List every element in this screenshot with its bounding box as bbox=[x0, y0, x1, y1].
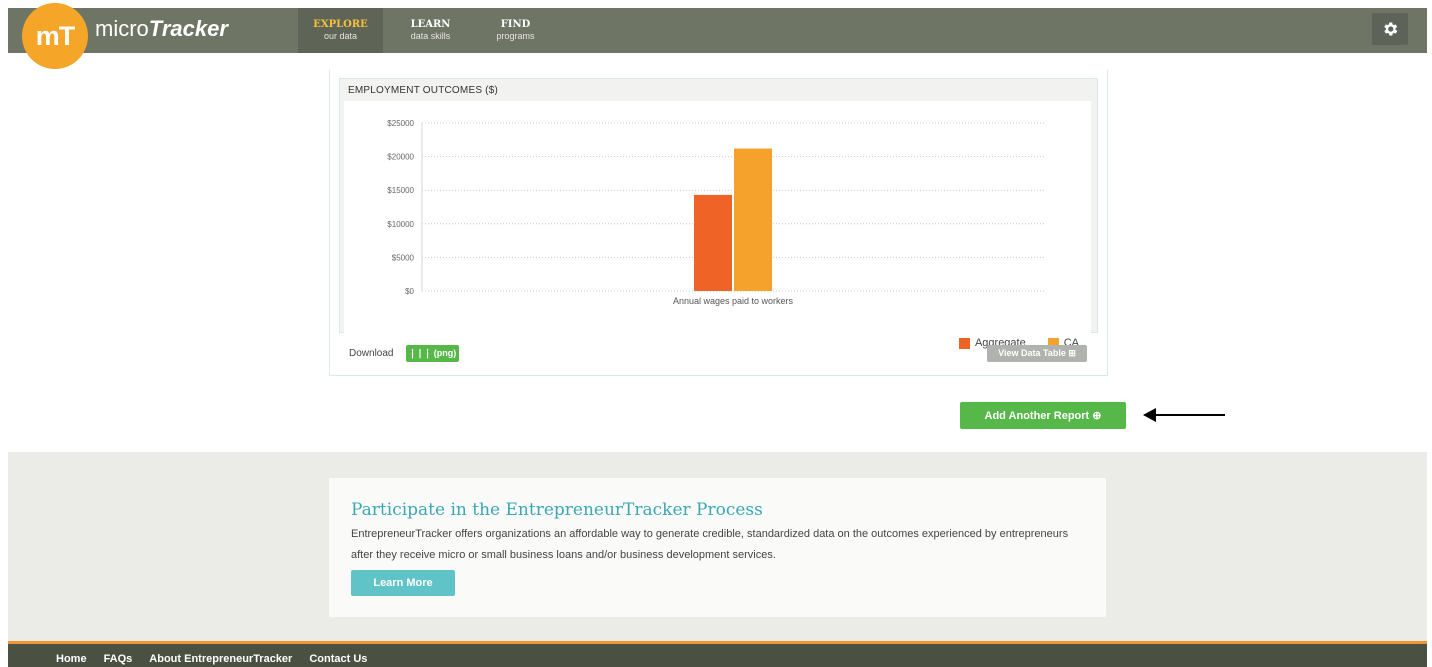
annotation-arrow-line bbox=[1150, 414, 1225, 416]
chart-title: EMPLOYMENT OUTCOMES ($) bbox=[348, 85, 498, 96]
brand-name-bold: Tracker bbox=[148, 16, 228, 41]
y-tick-label: $10000 bbox=[387, 220, 414, 229]
chart-card: EMPLOYMENT OUTCOMES ($) $25000 $20000 $150… bbox=[329, 70, 1108, 376]
add-another-report-button[interactable]: Add Another Report ⊕ bbox=[960, 402, 1126, 429]
x-category-label: Annual wages paid to workers bbox=[673, 296, 794, 306]
nav-tab-find-subtitle: programs bbox=[496, 31, 535, 41]
employment-outcomes-chart: $25000 $20000 $15000 $10000 $5000 $0 Annual wa… bbox=[387, 119, 1044, 306]
bar-aggregate bbox=[694, 194, 732, 291]
footer-link-about[interactable]: About EntrepreneurTracker bbox=[149, 653, 292, 665]
nav-tab-find-title: FIND bbox=[500, 19, 531, 30]
y-tick-label: $5000 bbox=[392, 253, 415, 262]
brand-name-light: micro bbox=[95, 16, 149, 41]
nav-tab-explore[interactable]: EXPLORE our data bbox=[298, 8, 383, 53]
y-tick-label: $0 bbox=[405, 287, 414, 296]
footer-link-faqs[interactable]: FAQs bbox=[104, 653, 133, 665]
download-label: Download bbox=[349, 348, 394, 359]
nav-tab-explore-title: EXPLORE bbox=[313, 19, 368, 30]
footer: Home FAQs About EntrepreneurTracker Cont… bbox=[8, 644, 1427, 667]
chart-panel: EMPLOYMENT OUTCOMES ($) $25000 $20000 $150… bbox=[339, 78, 1098, 349]
nav-tab-learn-title: LEARN bbox=[410, 19, 451, 30]
footer-link-home[interactable]: Home bbox=[56, 653, 87, 665]
gear-icon bbox=[1384, 22, 1398, 36]
y-tick-label: $15000 bbox=[387, 186, 414, 195]
view-data-table-button[interactable]: View Data Table ⊞ bbox=[987, 345, 1087, 362]
plot-area: $25000 $20000 $15000 $10000 $5000 $0 Annual wa… bbox=[344, 101, 1091, 349]
legend-swatch-aggregate bbox=[958, 337, 970, 349]
settings-button[interactable] bbox=[1372, 13, 1408, 45]
nav-tab-learn-subtitle: data skills bbox=[410, 31, 451, 41]
promo-description: EntrepreneurTracker offers organizations… bbox=[351, 528, 1069, 561]
footer-links: Home FAQs About EntrepreneurTracker Cont… bbox=[56, 653, 367, 665]
learn-more-button[interactable]: Learn More bbox=[351, 570, 455, 596]
microtracker-logo[interactable]: mT bbox=[22, 3, 88, 69]
download-png-button[interactable]: ❘❘❘ (png) bbox=[406, 345, 459, 362]
footer-link-contact[interactable]: Contact Us bbox=[309, 653, 367, 665]
brand-name[interactable]: microTracker bbox=[95, 16, 228, 42]
promo-title: Participate in the EntrepreneurTracker P… bbox=[351, 500, 763, 520]
y-tick-label: $20000 bbox=[387, 153, 414, 162]
promo-card: Participate in the EntrepreneurTracker P… bbox=[329, 478, 1106, 617]
y-tick-label: $25000 bbox=[387, 119, 414, 128]
nav-tab-learn[interactable]: LEARN data skills bbox=[388, 8, 473, 53]
bar-ca bbox=[734, 148, 772, 291]
nav-tab-explore-subtitle: our data bbox=[323, 31, 358, 41]
annotation-arrow-head bbox=[1143, 408, 1156, 422]
nav-tab-find[interactable]: FIND programs bbox=[474, 8, 557, 53]
